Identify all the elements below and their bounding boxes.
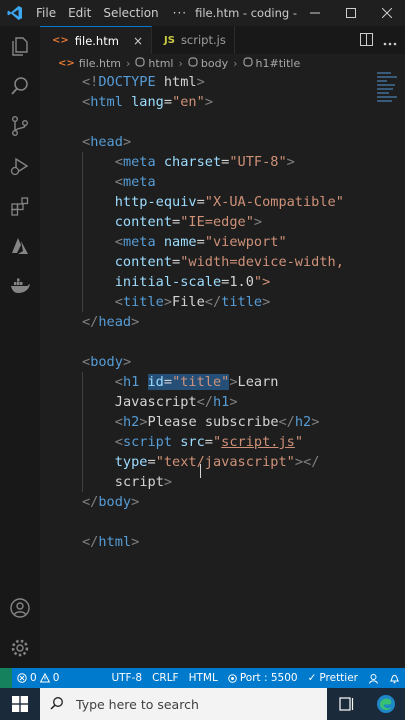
code-line[interactable]: <html lang="en"> xyxy=(82,92,344,112)
warning-count: 0 xyxy=(52,672,60,684)
code-line[interactable]: initial-scale=1.0"> xyxy=(82,272,344,292)
tab-label: script.js xyxy=(180,33,226,47)
code-line[interactable]: script> xyxy=(82,472,344,492)
warning-icon xyxy=(39,673,50,683)
code-line[interactable]: Javascript</h1> xyxy=(82,392,344,412)
taskbar-search-box[interactable]: Type here to search xyxy=(40,688,327,720)
radio-tower-icon xyxy=(228,673,237,683)
vscode-logo-icon xyxy=(0,0,30,26)
html-file-icon: <> xyxy=(58,57,75,69)
close-tab-icon[interactable]: × xyxy=(133,34,143,48)
code-line[interactable]: </html> xyxy=(82,532,344,552)
code-line[interactable]: <meta xyxy=(82,172,344,192)
edge-browser-icon[interactable] xyxy=(366,688,405,720)
breadcrumb-separator: › xyxy=(178,56,183,70)
notifications-bell-icon[interactable] xyxy=(384,673,405,684)
code-line[interactable]: http-equiv="X-UA-Compatible" xyxy=(82,192,344,212)
port-label: Port : 5500 xyxy=(239,672,298,684)
element-tag-icon xyxy=(242,56,253,70)
maximize-button[interactable] xyxy=(333,0,369,26)
code-line[interactable]: <meta name="viewport" xyxy=(82,232,344,252)
feedback-icon[interactable] xyxy=(363,673,384,684)
code-editor[interactable]: <!DOCTYPE html> <html lang="en"> <head> <… xyxy=(40,72,405,668)
code-line[interactable]: <!DOCTYPE html> xyxy=(82,72,344,92)
search-icon xyxy=(50,696,64,713)
html-file-icon: <> xyxy=(52,35,69,46)
prettier-label: Prettier xyxy=(319,672,358,684)
tab-label: file.htm xyxy=(74,33,119,48)
close-window-button[interactable] xyxy=(369,0,405,26)
code-line[interactable]: <h1 id="title">Learn xyxy=(82,372,344,392)
breadcrumb-item-file[interactable]: file.htm xyxy=(79,57,121,70)
more-actions-icon[interactable] xyxy=(383,31,397,50)
task-view-icon[interactable] xyxy=(327,688,366,720)
extensions-icon[interactable] xyxy=(0,186,40,226)
breadcrumb: <> file.htm › html › body › h1#title xyxy=(40,54,405,72)
problems-status[interactable]: 0 0 xyxy=(12,672,64,684)
minimize-button[interactable] xyxy=(297,0,333,26)
code-line[interactable]: <title>File</title> xyxy=(82,292,344,312)
run-debug-icon[interactable] xyxy=(0,146,40,186)
tab-actions xyxy=(360,26,405,54)
code-line[interactable]: <h2>Please subscribe</h2> xyxy=(82,412,344,432)
account-icon[interactable] xyxy=(0,588,40,628)
element-tag-icon xyxy=(135,56,146,70)
code-line[interactable] xyxy=(82,332,344,352)
check-double-icon: ✓ xyxy=(307,672,317,684)
prettier-status[interactable]: ✓ Prettier xyxy=(303,672,363,684)
live-server-status[interactable]: Port : 5500 xyxy=(223,672,303,684)
eol-status[interactable]: CRLF xyxy=(147,672,184,684)
menu-selection[interactable]: Selection xyxy=(97,0,164,26)
code-line[interactable] xyxy=(82,112,344,132)
error-icon xyxy=(17,673,27,683)
activity-bar xyxy=(0,26,40,668)
code-line[interactable]: content="IE=edge"> xyxy=(82,212,344,232)
breadcrumb-separator: › xyxy=(233,56,238,70)
explorer-icon[interactable] xyxy=(0,26,40,66)
breadcrumb-separator: › xyxy=(126,56,131,70)
title-bar: File Edit Selection ··· file.htm - codin… xyxy=(0,0,405,26)
breadcrumb-item-html[interactable]: html xyxy=(148,57,173,70)
menu-edit[interactable]: Edit xyxy=(62,0,97,26)
code-line[interactable] xyxy=(82,512,344,532)
split-editor-icon[interactable] xyxy=(360,31,373,50)
azure-icon[interactable] xyxy=(0,226,40,266)
window-title: file.htm - coding -... xyxy=(195,6,297,20)
code-line[interactable]: <script src="script.js" xyxy=(82,432,344,452)
breadcrumb-item-h1[interactable]: h1#title xyxy=(256,57,301,70)
code-line[interactable]: <body> xyxy=(82,352,344,372)
remote-indicator[interactable] xyxy=(0,668,12,688)
code-line[interactable]: content="width=device-width, xyxy=(82,252,344,272)
menu-file[interactable]: File xyxy=(30,0,62,26)
language-status[interactable]: HTML xyxy=(184,672,223,684)
editor-tabs: <> file.htm × JS script.js xyxy=(40,26,405,54)
code-line[interactable]: </body> xyxy=(82,492,344,512)
tab-file-htm[interactable]: <> file.htm × xyxy=(40,26,152,54)
settings-gear-icon[interactable] xyxy=(0,628,40,668)
source-control-icon[interactable] xyxy=(0,106,40,146)
code-line[interactable]: <head> xyxy=(82,132,344,152)
code-line[interactable]: <meta charset="UTF-8"> xyxy=(82,152,344,172)
code-lines[interactable]: <!DOCTYPE html> <html lang="en"> <head> <… xyxy=(82,72,344,552)
code-line[interactable]: </head> xyxy=(82,312,344,332)
status-bar: 0 0 UTF-8 CRLF HTML Port : 5500 ✓ Pretti… xyxy=(0,668,405,688)
status-right: UTF-8 CRLF HTML Port : 5500 ✓ Prettier xyxy=(106,672,405,684)
windows-start-icon[interactable] xyxy=(0,688,40,720)
error-count: 0 xyxy=(30,672,37,684)
search-icon[interactable] xyxy=(0,66,40,106)
menu-more[interactable]: ··· xyxy=(165,0,195,26)
breadcrumb-item-body[interactable]: body xyxy=(201,57,228,70)
docker-icon[interactable] xyxy=(0,266,40,306)
encoding-status[interactable]: UTF-8 xyxy=(106,672,147,684)
code-line[interactable]: type="text/javascript"></ xyxy=(82,452,344,472)
js-file-icon: JS xyxy=(164,34,175,46)
element-tag-icon xyxy=(188,56,198,70)
tab-script-js[interactable]: JS script.js xyxy=(152,26,235,54)
windows-taskbar: Type here to search xyxy=(0,688,405,720)
minimap[interactable] xyxy=(377,72,401,112)
search-placeholder: Type here to search xyxy=(76,696,199,712)
mouse-cursor xyxy=(200,464,201,478)
